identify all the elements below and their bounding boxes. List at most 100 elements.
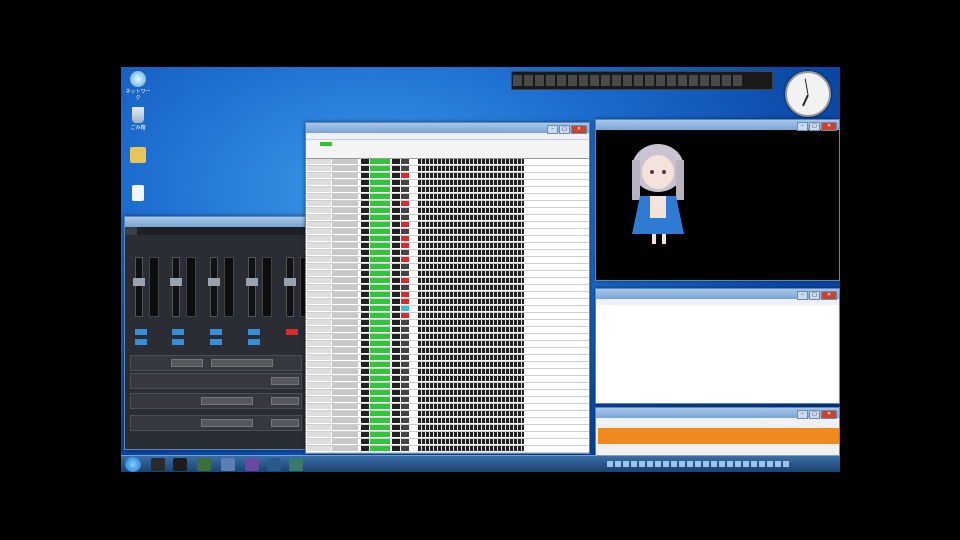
comment-titlebar[interactable]: – □ ✕ [596,408,839,419]
row-active-cell[interactable] [370,453,390,454]
track-row[interactable] [306,173,589,180]
track-row[interactable] [306,313,589,320]
row-active-cell[interactable] [370,362,390,367]
channel-fader[interactable] [246,257,258,317]
track-row[interactable] [306,425,589,432]
row-active-cell[interactable] [370,264,390,269]
row-active-cell[interactable] [370,348,390,353]
track-row[interactable] [306,369,589,376]
row-active-cell[interactable] [370,383,390,388]
row-active-cell[interactable] [370,439,390,444]
clock-gadget[interactable] [785,71,831,117]
row-active-cell[interactable] [370,369,390,374]
mixer-field[interactable] [201,419,253,427]
start-button[interactable] [125,457,141,472]
mixer-tab[interactable] [125,227,137,235]
row-active-cell[interactable] [370,341,390,346]
taskbar-app-icon[interactable] [245,458,259,471]
taskbar-app-icon[interactable] [221,458,235,471]
taskbar-app-icon[interactable] [151,458,165,471]
track-row[interactable] [306,334,589,341]
minimize-button[interactable]: – [797,122,808,131]
track-row[interactable] [306,264,589,271]
row-active-cell[interactable] [370,271,390,276]
mute-button[interactable] [172,329,184,335]
channel-fader[interactable] [170,257,182,317]
solo-button[interactable] [172,339,184,345]
track-row[interactable] [306,418,589,425]
track-row[interactable] [306,446,589,453]
track-row[interactable] [306,390,589,397]
list-titlebar[interactable]: – □ ✕ [306,123,589,134]
video-player-window[interactable]: – □ ✕ [595,119,840,281]
track-row[interactable] [306,201,589,208]
track-row[interactable] [306,320,589,327]
row-active-cell[interactable] [370,285,390,290]
track-row[interactable] [306,250,589,257]
mute-button[interactable] [135,329,147,335]
track-row[interactable] [306,355,589,362]
track-row[interactable] [306,285,589,292]
track-row[interactable] [306,348,589,355]
solo-button[interactable] [135,339,147,345]
row-active-cell[interactable] [370,201,390,206]
maximize-button[interactable]: □ [809,122,820,131]
row-active-cell[interactable] [370,208,390,213]
video-titlebar[interactable]: – □ ✕ [596,120,839,131]
log-window[interactable]: – □ ✕ [595,288,840,404]
track-row[interactable] [306,257,589,264]
row-active-cell[interactable] [370,446,390,451]
row-active-cell[interactable] [370,187,390,192]
row-active-cell[interactable] [370,173,390,178]
track-row[interactable] [306,159,589,166]
track-row[interactable] [306,278,589,285]
track-row[interactable] [306,439,589,446]
track-row[interactable] [306,194,589,201]
row-active-cell[interactable] [370,229,390,234]
mixer-titlebar[interactable] [125,217,306,227]
list-menubar[interactable] [306,133,589,140]
track-list-window[interactable]: – □ ✕ [305,122,590,454]
track-row[interactable] [306,432,589,439]
row-active-cell[interactable] [370,404,390,409]
log-titlebar[interactable]: – □ ✕ [596,289,839,300]
minimize-button[interactable]: – [797,291,808,300]
close-button[interactable]: ✕ [571,125,587,134]
row-active-cell[interactable] [370,313,390,318]
audio-mixer-window[interactable] [124,216,307,450]
video-screen[interactable] [598,132,835,278]
track-row[interactable] [306,362,589,369]
close-button[interactable]: ✕ [821,122,837,131]
close-button[interactable]: ✕ [821,410,837,419]
track-row[interactable] [306,383,589,390]
comment-window[interactable]: – □ ✕ [595,407,840,457]
track-row[interactable] [306,229,589,236]
row-active-cell[interactable] [370,222,390,227]
taskbar-app-icon[interactable] [267,458,281,471]
taskbar-app-icon[interactable] [289,458,303,471]
track-row[interactable] [306,411,589,418]
maximize-button[interactable]: □ [809,410,820,419]
row-active-cell[interactable] [370,250,390,255]
solo-button[interactable] [210,339,222,345]
fader-knob[interactable] [170,278,182,286]
track-row[interactable] [306,453,589,454]
track-row[interactable] [306,271,589,278]
folder-desktop-icon[interactable] [125,147,151,181]
file-desktop-icon[interactable] [125,185,151,219]
track-row[interactable] [306,222,589,229]
track-row[interactable] [306,180,589,187]
row-active-cell[interactable] [370,278,390,283]
row-active-cell[interactable] [370,180,390,185]
row-active-cell[interactable] [370,299,390,304]
track-row[interactable] [306,341,589,348]
track-row[interactable] [306,327,589,334]
track-row[interactable] [306,397,589,404]
track-row[interactable] [306,404,589,411]
mixer-field[interactable] [171,359,203,367]
track-row[interactable] [306,376,589,383]
fader-knob[interactable] [208,278,220,286]
row-active-cell[interactable] [370,215,390,220]
track-row[interactable] [306,208,589,215]
mixer-field[interactable] [201,397,253,405]
